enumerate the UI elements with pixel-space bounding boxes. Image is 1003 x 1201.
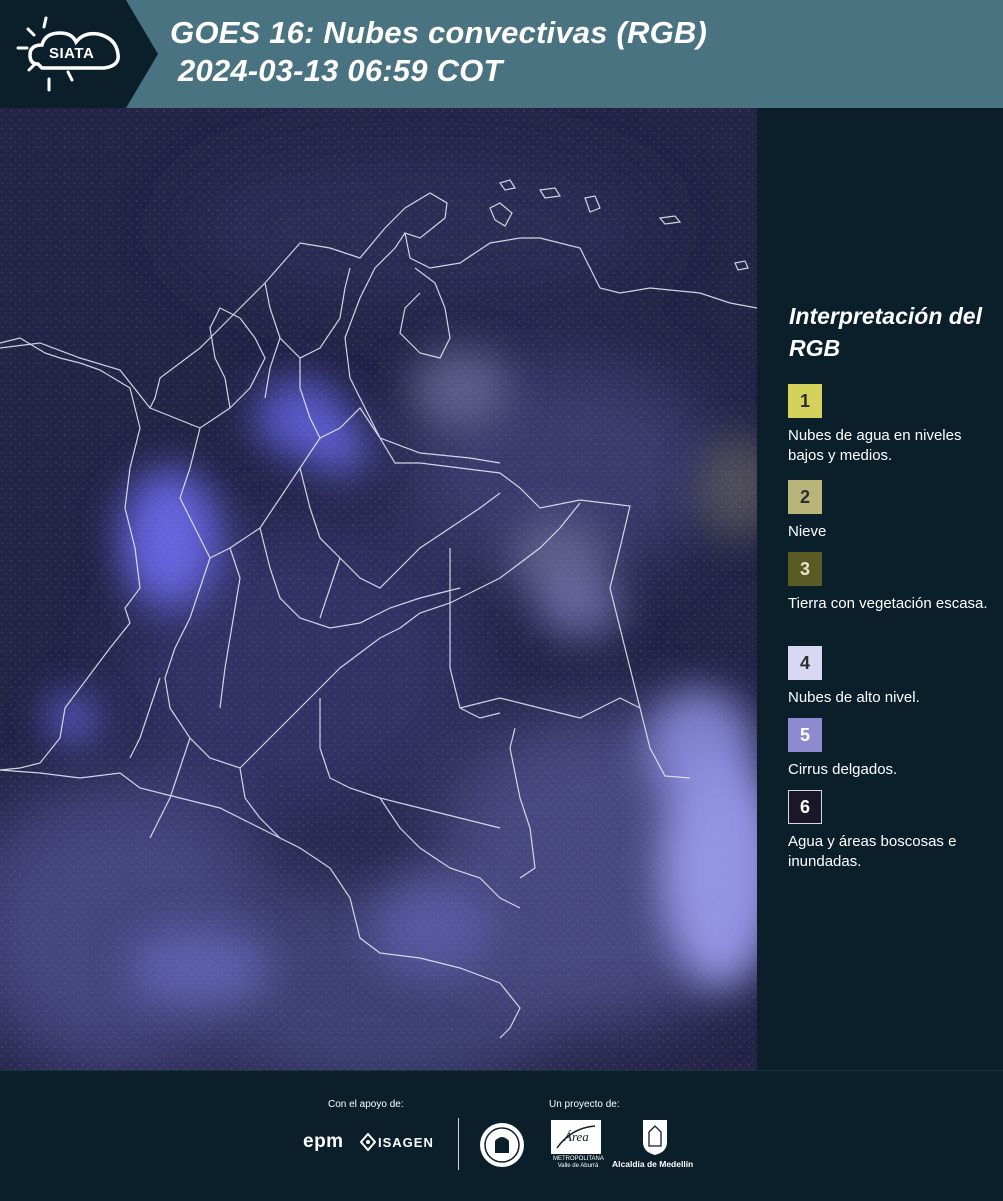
legend-swatch-1: 1	[788, 384, 822, 418]
area-metropolitana-caption: METROPOLITANA Valle de Aburrá	[553, 1156, 604, 1169]
siata-logo-text: SIATA	[49, 45, 95, 62]
legend-item-1: 1 Nubes de agua en niveles bajos y medio…	[788, 384, 998, 466]
legend-title: Interpretación del RGB	[789, 303, 982, 361]
legend-swatch-4: 4	[788, 646, 822, 680]
legend-item-4: 4 Nubes de alto nivel.	[788, 646, 998, 708]
page-title: GOES 16: Nubes convectivas (RGB)	[170, 15, 708, 50]
legend-label-1: Nubes de agua en niveles bajos y medios.	[788, 427, 962, 464]
legend-item-6: 6 Agua y áreas boscosas e inundadas.	[788, 790, 998, 872]
isagen-logo: ISAGEN	[378, 1135, 434, 1150]
legend-label-2: Nieve	[788, 523, 827, 540]
legend-label-3: Tierra con vegetación escasa.	[788, 595, 988, 612]
legend-label-6: Agua y áreas boscosas e inundadas.	[788, 833, 957, 870]
legend-item-5: 5 Cirrus delgados.	[788, 718, 998, 780]
satellite-map	[0, 108, 757, 1070]
legend-swatch-2: 2	[788, 480, 822, 514]
legend-swatch-5: 5	[788, 718, 822, 752]
legend-label-4: Nubes de alto nivel.	[788, 689, 920, 706]
legend-panel: Interpretación del RGB 1 Nubes de agua e…	[757, 108, 1003, 1070]
legend-item-2: 2 Nieve	[788, 480, 998, 542]
header-bar: SIATA GOES 16: Nubes convectivas (RGB) 2…	[0, 0, 1003, 108]
legend-swatch-6: 6	[788, 790, 822, 824]
legend-item-3: 3 Tierra con vegetación escasa.	[788, 552, 998, 614]
medellin-shield-icon	[643, 1120, 667, 1155]
university-seal-icon	[480, 1123, 524, 1167]
epm-logo: epm	[303, 1131, 344, 1152]
footer: Con el apoyo de: Un proyecto de: epm ISA…	[0, 1070, 1003, 1201]
legend-swatch-3: 3	[788, 552, 822, 586]
siata-logo: SIATA	[0, 0, 158, 108]
legend-label-5: Cirrus delgados.	[788, 761, 898, 778]
medellin-label: Alcaldía de Medellín	[612, 1159, 694, 1169]
satellite-image	[0, 108, 757, 1070]
footer-divider	[458, 1118, 459, 1170]
project-label: Un proyecto de:	[549, 1099, 620, 1110]
page-timestamp: 2024-03-13 06:59 COT	[178, 53, 503, 88]
support-label: Con el apoyo de:	[328, 1099, 404, 1110]
area-metropolitana-logo-text: Área	[564, 1129, 589, 1144]
isagen-icon	[360, 1133, 376, 1151]
